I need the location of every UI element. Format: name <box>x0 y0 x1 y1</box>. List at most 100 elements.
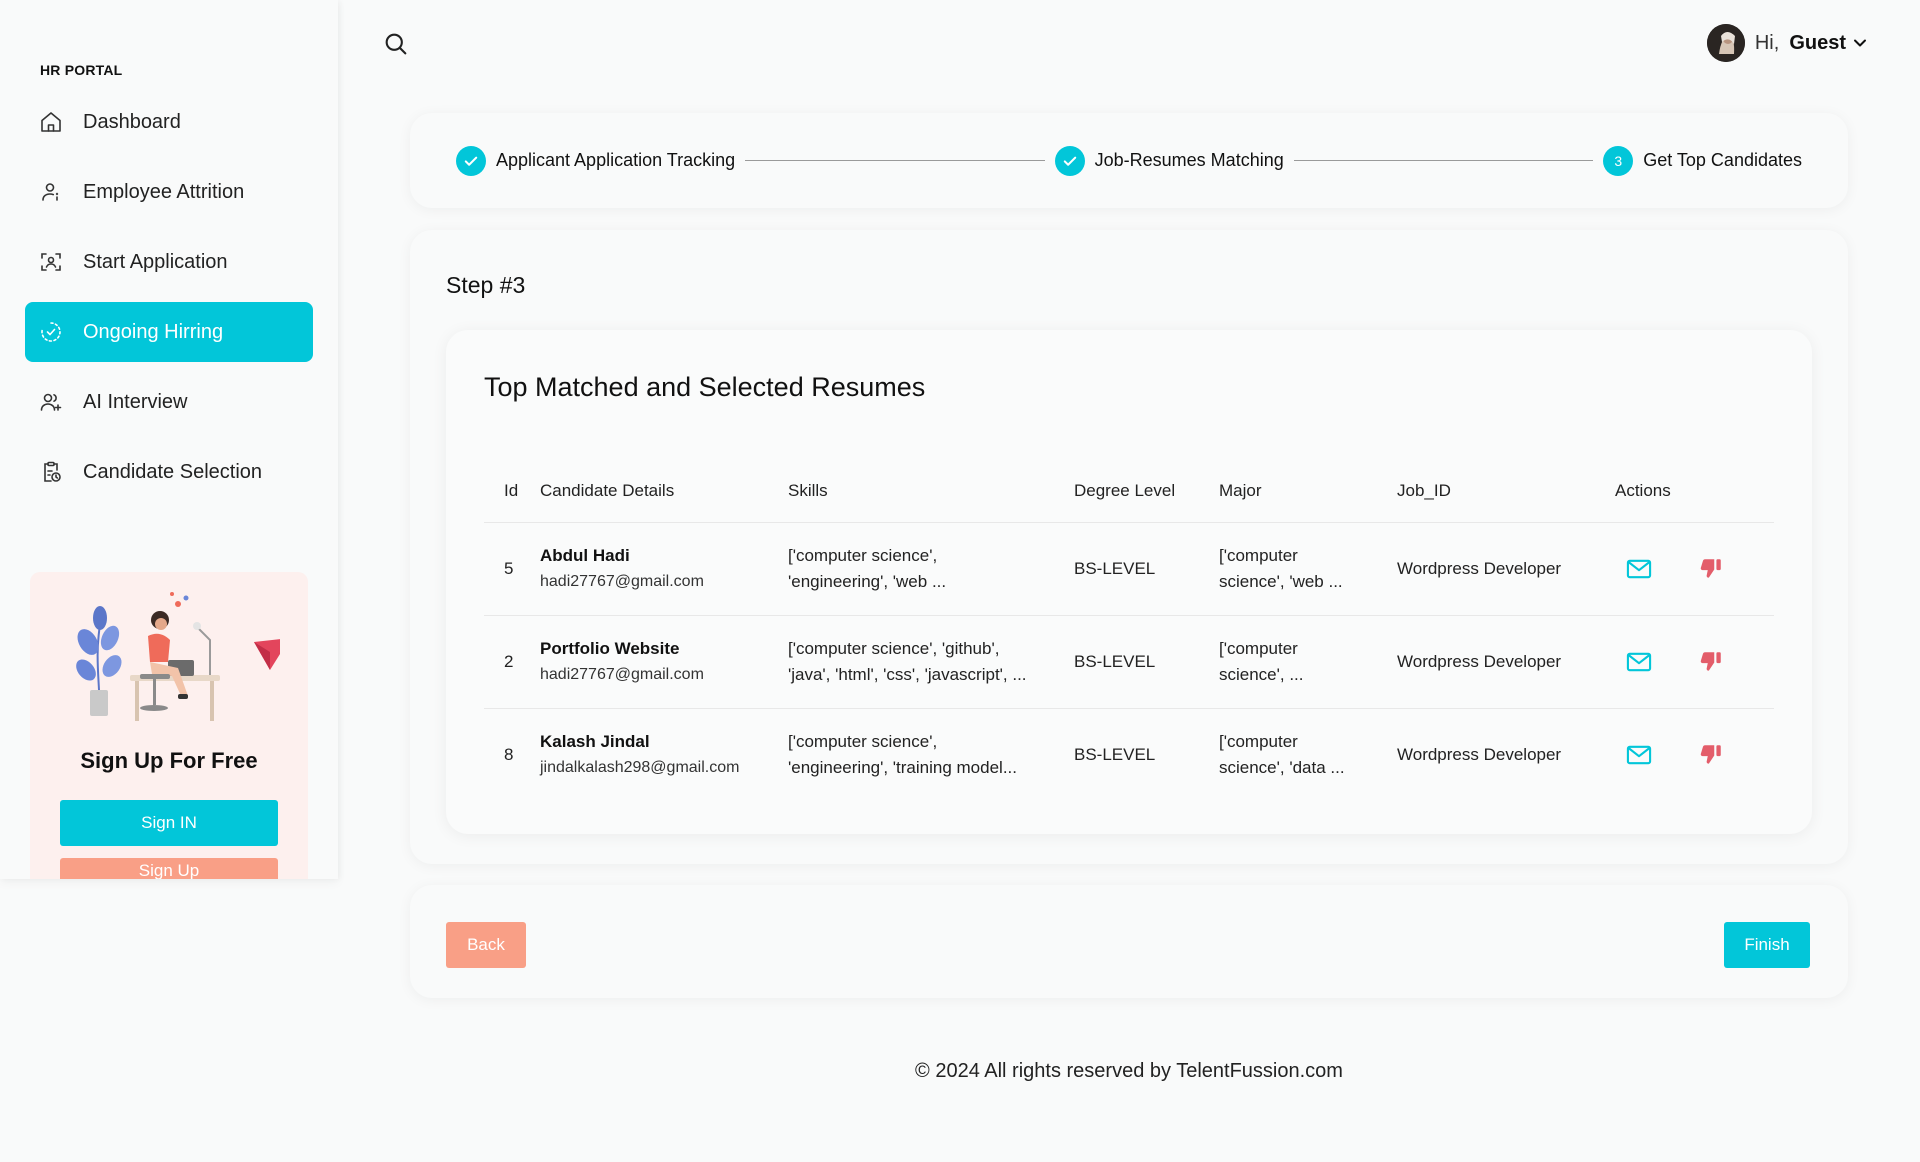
cell-candidate: Abdul Hadi hadi27767@gmail.com <box>540 522 788 616</box>
finish-button[interactable]: Finish <box>1724 922 1810 968</box>
candidate-email: jindalkalash298@gmail.com <box>540 758 740 776</box>
email-candidate-button[interactable] <box>1625 741 1653 769</box>
check-icon <box>1054 145 1085 176</box>
major-line: ['computer <box>1219 731 1298 751</box>
progress-check-icon <box>39 320 63 344</box>
sidebar-nav: Dashboard Employee Attrition Start Appli… <box>25 92 313 512</box>
check-icon <box>456 145 486 176</box>
back-button[interactable]: Back <box>446 922 526 968</box>
clipboard-clock-icon <box>39 460 63 484</box>
cell-actions <box>1615 522 1774 616</box>
table-title: Top Matched and Selected Resumes <box>484 372 926 402</box>
email-candidate-button[interactable] <box>1625 648 1653 676</box>
column-header-skills: Skills <box>788 460 1074 523</box>
thumbs-down-icon <box>1700 558 1721 578</box>
brand-title: HR PORTAL <box>40 62 123 78</box>
candidate-name: Portfolio Website <box>540 638 680 658</box>
column-header-candidate: Candidate Details <box>540 460 788 523</box>
skills-line: ['computer science', <box>788 731 938 751</box>
mail-icon <box>1626 652 1652 671</box>
sign-in-button[interactable]: Sign IN <box>60 800 278 846</box>
sidebar-item-ai-interview[interactable]: AI Interview <box>25 372 313 432</box>
user-plus-icon <box>39 390 63 414</box>
cell-major: ['computer science', 'data ... <box>1219 708 1397 801</box>
step-title: Step #3 <box>446 272 526 298</box>
cell-job-id: Wordpress Developer <box>1397 744 1562 764</box>
skills-line: ['computer science', 'github', <box>788 638 1000 658</box>
step-content-card: Step #3 Top Matched and Selected Resumes… <box>410 230 1848 864</box>
cell-id: 5 <box>484 522 540 616</box>
cell-major: ['computer science', ... <box>1219 615 1397 709</box>
cell-skills: ['computer science', 'engineering', 'tra… <box>788 708 1074 801</box>
user-menu[interactable]: Hi, Guest <box>1706 24 1870 62</box>
column-header-job-id: Job_ID <box>1397 460 1615 523</box>
column-header-id: Id <box>484 460 540 523</box>
signup-promo: Sign Up For Free Sign IN Sign Up <box>30 572 308 879</box>
sidebar-item-label: Candidate Selection <box>83 460 263 483</box>
step-connector <box>1293 160 1594 161</box>
cell-degree: BS-LEVEL <box>1074 744 1156 764</box>
skills-line: 'engineering', 'training model... <box>788 757 1017 777</box>
step-label: Job-Resumes Matching <box>1094 150 1284 170</box>
skills-line: ['computer science', <box>788 545 938 565</box>
greeting: Hi, <box>1754 31 1780 54</box>
reject-candidate-button[interactable] <box>1697 648 1725 676</box>
sidebar-item-label: Start Application <box>83 250 228 273</box>
mail-icon <box>1626 745 1652 764</box>
cell-job-id: Wordpress Developer <box>1397 615 1615 709</box>
cell-degree: BS-LEVEL <box>1074 522 1219 616</box>
major-line: science', 'data ... <box>1219 757 1345 777</box>
sidebar-item-label: Dashboard <box>83 110 181 133</box>
cell-actions <box>1615 708 1774 801</box>
step-application-tracking[interactable]: Applicant Application Tracking <box>456 145 735 176</box>
column-header-degree: Degree Level <box>1074 460 1219 523</box>
search-button[interactable] <box>382 30 410 58</box>
sidebar-item-employee-attrition[interactable]: Employee Attrition <box>25 162 313 222</box>
step-job-resume-matching[interactable]: Job-Resumes Matching <box>1054 145 1284 176</box>
sidebar-item-start-application[interactable]: Start Application <box>25 232 313 292</box>
step-label: Get Top Candidates <box>1643 150 1802 170</box>
cell-skills: ['computer science', 'github', 'java', '… <box>788 615 1074 709</box>
step-connector <box>745 160 1045 161</box>
home-icon <box>39 110 63 134</box>
table-row: 5 Abdul Hadi hadi27767@gmail.com ['compu… <box>484 522 1774 616</box>
sidebar-item-candidate-selection[interactable]: Candidate Selection <box>25 442 313 502</box>
username: Guest <box>1789 31 1846 54</box>
step-number: 3 <box>1603 145 1634 176</box>
promo-title: Sign Up For Free <box>80 748 258 773</box>
avatar <box>1706 24 1745 62</box>
table-row: 2 Portfolio Website hadi27767@gmail.com … <box>484 615 1774 709</box>
workspace-illustration <box>76 592 280 721</box>
email-candidate-button[interactable] <box>1625 555 1653 583</box>
candidate-email: hadi27767@gmail.com <box>540 665 704 683</box>
skills-line: 'java', 'html', 'css', 'javascript', ... <box>788 664 1027 684</box>
copyright-text: © 2024 All rights reserved by TelentFuss… <box>915 1060 1343 1082</box>
step-top-candidates[interactable]: 3 Get Top Candidates <box>1603 145 1802 176</box>
chevron-down-icon <box>1854 39 1866 47</box>
candidate-email: hadi27767@gmail.com <box>540 572 704 590</box>
sign-up-button[interactable]: Sign Up <box>60 858 278 879</box>
major-line: ['computer <box>1219 545 1298 565</box>
cell-job-id: Wordpress Developer <box>1397 522 1615 616</box>
candidate-name: Abdul Hadi <box>540 545 630 565</box>
search-icon <box>385 33 407 55</box>
cell-id: 2 <box>484 615 540 709</box>
cell-degree: BS-LEVEL <box>1074 615 1219 709</box>
sidebar-item-dashboard[interactable]: Dashboard <box>25 92 313 152</box>
thumbs-down-icon <box>1700 651 1721 671</box>
scan-user-icon <box>39 250 63 274</box>
mail-icon <box>1626 559 1652 578</box>
table-row: 8 Kalash Jindal jindalkalash298@gmail.co… <box>484 708 1774 801</box>
step-navigation: Back Finish <box>410 885 1848 998</box>
cell-candidate: Portfolio Website hadi27767@gmail.com <box>540 615 788 709</box>
reject-candidate-button[interactable] <box>1697 555 1725 583</box>
progress-stepper: Applicant Application Tracking Job-Resum… <box>410 113 1848 208</box>
cell-candidate: Kalash Jindal jindalkalash298@gmail.com <box>540 708 788 801</box>
thumbs-down-icon <box>1700 745 1721 764</box>
reject-candidate-button[interactable] <box>1697 741 1725 769</box>
sidebar: HR PORTAL Dashboard Employee Attrition S… <box>0 0 338 879</box>
major-line: science', ... <box>1219 664 1304 684</box>
skills-line: 'engineering', 'web ... <box>788 571 947 591</box>
column-header-major: Major <box>1219 460 1397 523</box>
sidebar-item-ongoing-hiring[interactable]: Ongoing Hirring <box>25 302 313 362</box>
